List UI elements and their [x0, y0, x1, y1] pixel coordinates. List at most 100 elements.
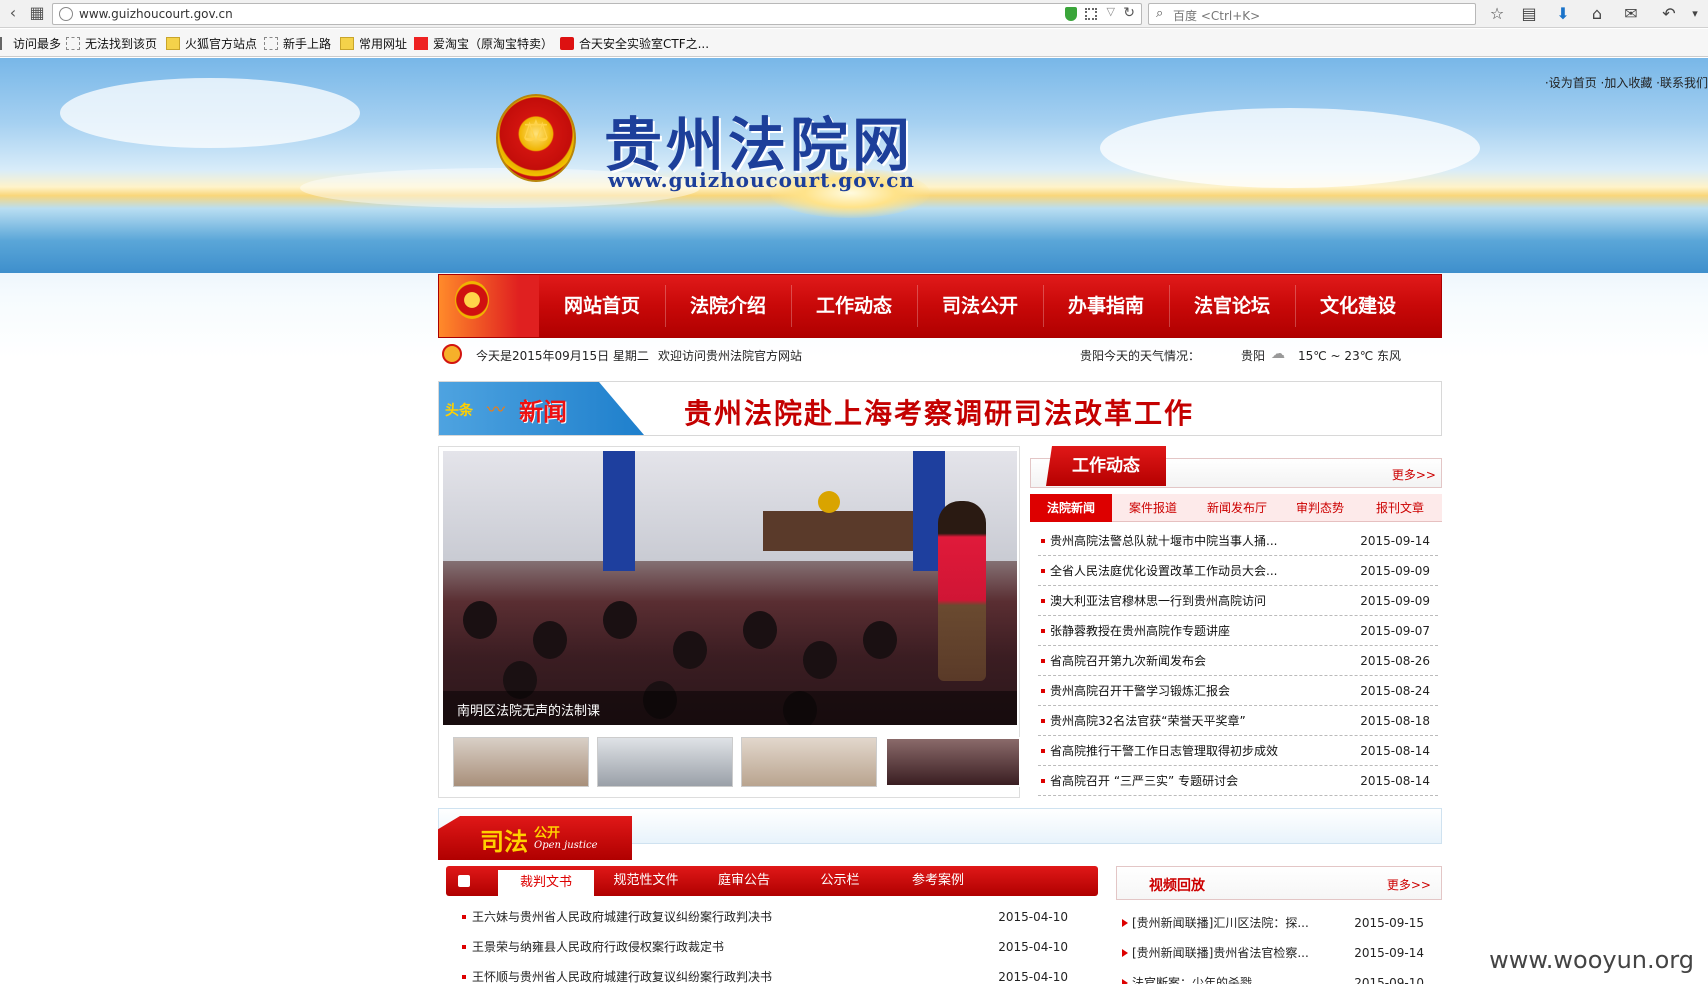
search-placeholder[interactable]: 百度 <Ctrl+K> [1173, 7, 1260, 24]
work-news-title[interactable]: 工作动态 [1046, 446, 1166, 486]
date-text: 今天是2015年09月15日 星期二 [476, 349, 649, 363]
search-bar[interactable]: ⌕ 百度 <Ctrl+K> [1148, 3, 1476, 25]
photo-slideshow: 南明区法院无声的法制课 [438, 446, 1021, 798]
site-url: www.guizhoucourt.gov.cn [608, 168, 915, 192]
bookmark-item[interactable]: 访问最多 [0, 35, 61, 51]
bookmark-item[interactable]: 合天安全实验室CTF之... [560, 35, 709, 51]
download-icon[interactable]: ⬇ [1552, 3, 1574, 25]
video-list: [贵州新闻联播]汇川区法院：探... 2015-09-15 [贵州新闻联播]贵州省… [1118, 908, 1440, 984]
slideshow-thumbnail[interactable] [597, 737, 733, 787]
nav-home[interactable]: 网站首页 [539, 275, 665, 337]
back-icon[interactable]: ‹ [2, 2, 24, 24]
news-item[interactable]: 省高院推行干警工作日志管理取得初步成效 2015-08-14 [1038, 736, 1438, 766]
video-title[interactable]: 视频回放 [1149, 875, 1205, 895]
bookmark-icon [0, 37, 8, 50]
rss-icon: 〰 [487, 400, 505, 421]
url-text[interactable]: www.guizhoucourt.gov.cn [79, 7, 233, 21]
web-page: ·设为首页 ·加入收藏 ·联系我们 贵州法院网 www.guizhoucourt… [0, 58, 1708, 984]
tab-case-reports[interactable]: 案件报道 [1112, 494, 1194, 522]
video-item[interactable]: [贵州新闻联播]汇川区法院：探... 2015-09-15 [1118, 908, 1440, 938]
tab-court-news[interactable]: 法院新闻 [1030, 494, 1112, 522]
globe-icon [59, 7, 73, 21]
cloud-icon: ☁ [1271, 346, 1285, 362]
chat-icon[interactable]: ✉ [1620, 3, 1642, 25]
news-item[interactable]: 贵州高院召开干警学习锻炼汇报会 2015-08-24 [1038, 676, 1438, 706]
bookmark-item[interactable]: 火狐官方站点 [166, 35, 257, 51]
judicial-title-small: 公开 [534, 826, 561, 841]
nav-judicial-open[interactable]: 司法公开 [917, 275, 1043, 337]
news-item[interactable]: 省高院召开第九次新闻发布会 2015-08-26 [1038, 646, 1438, 676]
tab-bullet-icon [458, 875, 470, 887]
bookmark-item[interactable]: 爱淘宝（原淘宝特卖） [414, 35, 553, 51]
slideshow-caption: 南明区法院无声的法制课 [443, 691, 1017, 725]
news-item[interactable]: 省高院召开 “三严三实” 专题研讨会 2015-08-14 [1038, 766, 1438, 796]
tab-trial-trends[interactable]: 审判态势 [1280, 494, 1360, 522]
welcome-text: 欢迎访问贵州法院官方网站 [658, 349, 803, 363]
work-news-list: 贵州高院法警总队就十堰市中院当事人捅... 2015-09-14 全省人民法庭优化… [1038, 526, 1438, 796]
taobao-icon [414, 37, 428, 50]
search-icon: ⌕ [1156, 6, 1164, 21]
browser-toolbar: ‹ ▦ www.guizhoucourt.gov.cn ▽ ↻ ⌕ 百度 <Ct… [0, 0, 1708, 28]
tab-trial-notices[interactable]: 庭审公告 [696, 866, 792, 896]
video-item[interactable]: [贵州新闻联播]贵州省法官检察... 2015-09-14 [1118, 938, 1440, 968]
menu-chevron-icon[interactable]: ▾ [1684, 3, 1706, 25]
url-bar[interactable]: www.guizhoucourt.gov.cn ▽ ↻ [52, 3, 1142, 25]
tab-bulletin[interactable]: 公示栏 [792, 866, 888, 896]
bookmark-item[interactable]: 常用网址 [340, 35, 407, 51]
bookmarks-bar: 访问最多 无法找到该页 火狐官方站点 新手上路 常用网址 爱淘宝（原淘宝特卖） … [0, 29, 1708, 57]
home-icon[interactable]: ⌂ [1586, 3, 1608, 25]
weather-city: 贵阳 [1241, 349, 1266, 363]
reading-list-icon[interactable]: ▤ [1518, 3, 1540, 25]
nav-forum[interactable]: 法官论坛 [1169, 275, 1295, 337]
main-nav: 网站首页 法院介绍 工作动态 司法公开 办事指南 法官论坛 文化建设 [438, 274, 1442, 338]
bookmark-item[interactable]: 无法找到该页 [66, 35, 157, 51]
video-panel-header: 视频回放 更多>> [1116, 866, 1442, 900]
clock-icon [442, 344, 462, 364]
bookmark-item[interactable]: 新手上路 [264, 35, 331, 51]
slideshow-main-image[interactable]: 南明区法院无声的法制课 [443, 451, 1017, 725]
judicial-title-en: Open justice [534, 840, 598, 851]
nav-court-intro[interactable]: 法院介绍 [665, 275, 791, 337]
nav-culture[interactable]: 文化建设 [1295, 275, 1421, 337]
video-more-link[interactable]: 更多>> [1387, 876, 1431, 893]
top-links[interactable]: ·设为首页 ·加入收藏 ·联系我们 [1545, 74, 1708, 91]
page-icon [66, 37, 80, 50]
dropdown-icon[interactable]: ▽ [1107, 5, 1115, 18]
qr-code-icon[interactable] [1085, 8, 1097, 20]
hetian-icon [560, 37, 574, 50]
news-item[interactable]: 澳大利亚法官穆林思一行到贵州高院访问 2015-09-09 [1038, 586, 1438, 616]
tab-normative-docs[interactable]: 规范性文件 [596, 866, 696, 896]
reload-icon[interactable]: ↻ [1123, 5, 1135, 21]
tab-judgments[interactable]: 裁判文书 [498, 870, 594, 896]
headline-tag-small: 头条 [445, 403, 473, 419]
news-item[interactable]: 贵州高院32名法官获“荣誉天平奖章” 2015-08-18 [1038, 706, 1438, 736]
news-item[interactable]: 张静蓉教授在贵州高院作专题讲座 2015-09-07 [1038, 616, 1438, 646]
nav-emblem-icon [439, 275, 539, 337]
tab-grid-icon[interactable]: ▦ [26, 2, 48, 24]
video-item[interactable]: 法官断案：少年的杀戮 2015-09-10 [1118, 968, 1440, 984]
nav-guide[interactable]: 办事指南 [1043, 275, 1169, 337]
page-icon [264, 37, 278, 50]
judicial-title-big: 司法 [480, 827, 528, 856]
judicial-section-tag: 司法 公开 Open justice [438, 816, 632, 860]
slideshow-thumbnail[interactable] [741, 737, 877, 787]
shield-icon[interactable] [1065, 7, 1077, 21]
judgment-item[interactable]: 王怀顺与贵州省人民政府城建行政复议纠纷案行政判决书 2015-04-10 [456, 962, 1096, 984]
news-item[interactable]: 全省人民法庭优化设置改革工作动员大会... 2015-09-09 [1038, 556, 1438, 586]
judicial-tabs: 裁判文书 规范性文件 庭审公告 公示栏 参考案例 [446, 866, 1098, 896]
folder-icon [166, 37, 180, 50]
more-link[interactable]: 更多>> [1392, 466, 1436, 483]
nav-work-news[interactable]: 工作动态 [791, 275, 917, 337]
tab-reference-cases[interactable]: 参考案例 [888, 866, 988, 896]
slideshow-thumbnail[interactable] [453, 737, 589, 787]
judgment-item[interactable]: 王景荣与纳雍县人民政府行政侵权案行政裁定书 2015-04-10 [456, 932, 1096, 962]
headline-title[interactable]: 贵州法院赴上海考察调研司法改革工作 [684, 392, 1194, 432]
tab-articles[interactable]: 报刊文章 [1360, 494, 1440, 522]
weather-text: 15℃ ~ 23℃ 东风 [1298, 349, 1401, 363]
undo-icon[interactable]: ↶ [1658, 3, 1680, 25]
news-item[interactable]: 贵州高院法警总队就十堰市中院当事人捅... 2015-09-14 [1038, 526, 1438, 556]
tab-press-hall[interactable]: 新闻发布厅 [1194, 494, 1280, 522]
star-icon[interactable]: ☆ [1486, 3, 1508, 25]
judgment-item[interactable]: 王六妹与贵州省人民政府城建行政复议纠纷案行政判决书 2015-04-10 [456, 902, 1096, 932]
slideshow-thumbnail-active[interactable] [885, 737, 1021, 787]
